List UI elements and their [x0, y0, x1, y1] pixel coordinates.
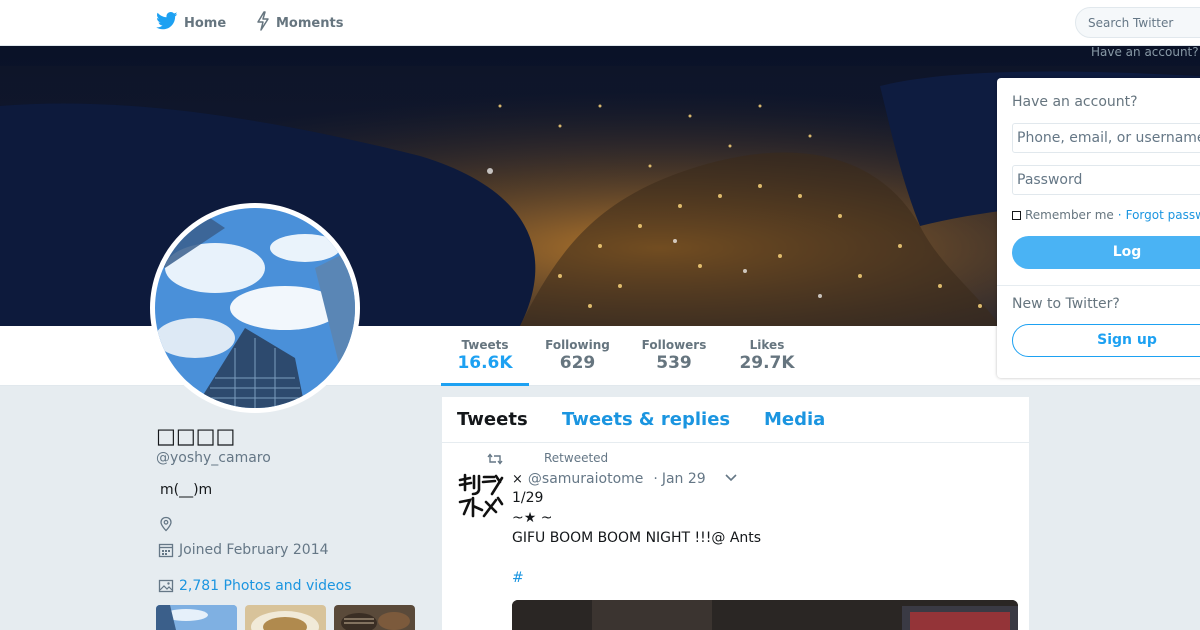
search-input[interactable]: Search Twitter	[1075, 7, 1200, 38]
tweet-separator: ·	[653, 471, 658, 487]
tweet-text-line: GIFU BOOM BOOM NIGHT !!!@ Ants	[512, 530, 762, 546]
stat-followers-value: 539	[656, 353, 692, 373]
stat-tweets-label: Tweets	[461, 338, 509, 352]
username-field[interactable]: Phone, email, or username	[1012, 123, 1200, 153]
username-placeholder: Phone, email, or username	[1017, 130, 1200, 146]
login-heading: Have an account?	[1012, 94, 1138, 110]
new-to-twitter-heading: New to Twitter?	[1012, 296, 1120, 312]
media-thumbnail[interactable]	[245, 605, 326, 630]
password-field[interactable]: Password	[1012, 165, 1200, 195]
location-icon	[158, 516, 174, 536]
tweet-author-handle[interactable]: @samuraiotome	[528, 471, 643, 487]
stat-following-label: Following	[545, 338, 610, 352]
stat-likes-label: Likes	[749, 338, 785, 352]
tweet-text-line: 1/29	[512, 490, 544, 506]
photos-link-label: 2,781 Photos and videos	[179, 578, 352, 594]
remember-me-label: Remember me	[1025, 208, 1114, 222]
profile-handle[interactable]: @yoshy_camaro	[156, 450, 271, 466]
photos-link[interactable]: 2,781 Photos and videos	[158, 578, 352, 594]
nav-home[interactable]: Home	[156, 0, 226, 46]
tweet-author-mark: ×	[512, 471, 523, 487]
stat-likes-value: 29.7K	[739, 353, 795, 373]
login-button[interactable]: Log in	[1012, 236, 1200, 293]
tab-tweets-replies[interactable]: Tweets & replies	[562, 409, 730, 430]
tweet-text-line: ~★ ~	[512, 510, 553, 526]
profile-join-date: Joined February 2014	[158, 542, 329, 558]
search-placeholder: Search Twitter	[1088, 16, 1174, 30]
stat-followers[interactable]: Followers 539	[638, 326, 710, 386]
login-card: Have an account? Phone, email, or userna…	[997, 78, 1200, 378]
login-divider	[997, 285, 1200, 286]
remember-me-row: Remember me · Forgot password?	[1012, 208, 1200, 222]
tweet-media[interactable]	[512, 600, 1018, 630]
remember-me-checkbox[interactable]	[1012, 210, 1021, 220]
timeline: Tweets Tweets & replies Media Retweeted …	[442, 397, 1029, 630]
nav-moments-label: Moments	[276, 15, 344, 31]
stat-tweets[interactable]: Tweets 16.6K	[441, 326, 529, 386]
chevron-down-icon[interactable]	[724, 471, 738, 487]
top-navigation: Home Moments Search Twitter	[0, 0, 1200, 46]
nav-home-label: Home	[184, 15, 227, 31]
lightning-icon	[256, 11, 270, 35]
profile-bio: m(__)m	[160, 482, 213, 498]
have-account-link[interactable]: Have an account?	[1091, 45, 1199, 59]
password-placeholder: Password	[1017, 172, 1083, 188]
stat-following[interactable]: Following 629	[540, 326, 615, 386]
profile-join-date-label: Joined February 2014	[179, 542, 329, 558]
retweet-label: Retweeted	[544, 451, 609, 465]
tweet-date[interactable]: Jan 29	[662, 471, 706, 487]
tweet-author-avatar[interactable]	[456, 472, 504, 520]
login-separator: ·	[1117, 208, 1122, 222]
profile-display-name: □□□□	[156, 424, 236, 448]
tab-tweets[interactable]: Tweets	[457, 409, 528, 430]
calendar-icon	[158, 543, 174, 558]
stat-likes[interactable]: Likes 29.7K	[733, 326, 801, 386]
tab-media[interactable]: Media	[764, 409, 825, 430]
tweet-hashtag[interactable]: #	[512, 570, 524, 586]
stat-following-value: 629	[559, 353, 596, 373]
photo-icon	[158, 579, 174, 593]
media-thumbnail[interactable]	[334, 605, 415, 630]
avatar[interactable]	[150, 203, 360, 413]
nav-moments[interactable]: Moments	[256, 0, 343, 46]
stat-tweets-value: 16.6K	[457, 353, 513, 373]
stat-followers-label: Followers	[641, 338, 707, 352]
signup-button[interactable]: Sign up	[1012, 324, 1200, 357]
media-thumbnail[interactable]	[156, 605, 237, 630]
twitter-bird-icon	[156, 12, 178, 34]
retweet-icon	[487, 451, 503, 470]
timeline-tabs: Tweets Tweets & replies Media	[442, 397, 1029, 443]
avatar-image	[155, 208, 355, 408]
forgot-password-link[interactable]: Forgot password?	[1126, 208, 1200, 222]
tweet-header: × @samuraiotome · Jan 29	[512, 471, 738, 487]
